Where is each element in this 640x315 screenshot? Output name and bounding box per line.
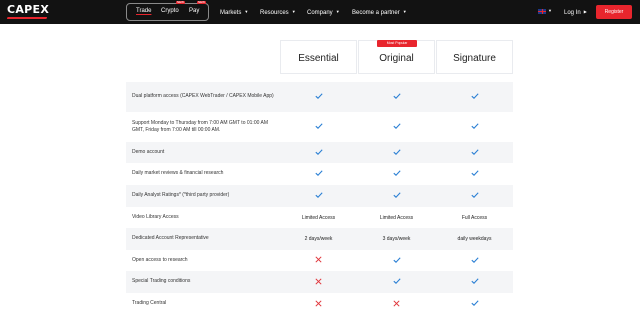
cross-icon <box>280 256 357 265</box>
check-icon <box>358 256 435 265</box>
check-icon <box>358 148 435 157</box>
feature-label: Trading Central <box>132 300 167 306</box>
table-row: Demo account <box>126 142 513 163</box>
check-icon <box>280 93 357 101</box>
table-row: Trading Central <box>126 293 513 315</box>
cross-icon <box>358 299 435 309</box>
feature-label: Special Trading conditions <box>132 278 191 284</box>
chevron-down-icon: ▼ <box>291 9 296 14</box>
product-switcher: Trade Crypto NEW Pay NEW <box>126 0 209 21</box>
menu-markets[interactable]: Markets ▼ <box>220 9 248 16</box>
check-icon <box>436 170 513 178</box>
plan-header-signature: Signature <box>436 40 513 74</box>
menu-markets-label: Markets <box>220 10 242 16</box>
capex-logo[interactable]: CAPEX <box>6 3 50 19</box>
menu-resources-label: Resources <box>260 10 289 16</box>
feature-label: Dedicated Account Representative <box>132 235 209 241</box>
check-icon <box>358 170 435 178</box>
plan-value: Limited Access <box>379 214 414 221</box>
check-icon <box>436 93 513 101</box>
check-icon <box>436 300 513 308</box>
plan-name: Essential <box>298 53 339 64</box>
chevron-down-icon: ▼ <box>335 9 340 14</box>
plan-value: 3 days/week <box>382 236 411 242</box>
tab-trade[interactable]: Trade <box>136 8 151 14</box>
feature-label: Support Monday to Thursday from 7:00 AM … <box>132 119 268 134</box>
menu-partner-label: Become a partner <box>352 10 400 16</box>
new-badge-crypto: NEW <box>176 0 185 4</box>
chevron-down-icon: ▼ <box>548 8 552 13</box>
table-row: Video Library Access Limited Access Limite… <box>126 207 513 228</box>
plan-value: 2 days/week <box>304 236 333 242</box>
new-badge-pay: NEW <box>197 0 206 4</box>
table-row: Open access to research <box>126 250 513 271</box>
menu-become-partner[interactable]: Become a partner ▼ <box>352 9 407 16</box>
table-row: Daily market reviews & financial researc… <box>126 163 513 185</box>
table-row: Support Monday to Thursday from 7:00 AM … <box>126 112 513 142</box>
plan-value: daily weekdays <box>457 236 492 242</box>
login-link[interactable]: Log In ▶ <box>564 9 587 16</box>
tab-crypto[interactable]: Crypto <box>161 8 179 14</box>
feature-label: Open access to research <box>132 256 188 263</box>
check-icon <box>436 148 513 157</box>
cross-icon <box>280 299 357 309</box>
check-icon <box>358 192 435 200</box>
feature-label: Dual platform access (CAPEX WebTrader / … <box>132 93 274 99</box>
check-icon <box>436 192 513 200</box>
menu-company[interactable]: Company ▼ <box>307 9 340 16</box>
table-row: Daily Analyst Ratings* (*third party pro… <box>126 185 513 207</box>
table-row: Dual platform access (CAPEX WebTrader / … <box>126 82 513 112</box>
menu-resources[interactable]: Resources ▼ <box>260 9 296 16</box>
cross-icon <box>280 277 357 287</box>
check-icon <box>436 278 513 286</box>
feature-label: Daily market reviews & financial researc… <box>132 170 224 176</box>
register-button[interactable]: Register <box>596 5 632 19</box>
feature-label: Demo account <box>132 148 165 155</box>
table-row: Dedicated Account Representative 2 days/w… <box>126 228 513 250</box>
table-row: Special Trading conditions <box>126 271 513 293</box>
chevron-down-icon: ▼ <box>244 9 249 14</box>
check-icon <box>280 123 357 131</box>
check-icon <box>358 93 435 101</box>
menu-company-label: Company <box>307 10 333 16</box>
chevron-right-icon: ▶ <box>583 9 587 14</box>
logo-text: CAPEX <box>7 3 50 16</box>
plan-name: Original <box>379 53 414 64</box>
check-icon <box>436 123 513 131</box>
check-icon <box>436 256 513 265</box>
tab-pay[interactable]: Pay <box>189 8 199 14</box>
uk-flag-icon[interactable] <box>538 9 546 14</box>
check-icon <box>280 148 357 157</box>
feature-label: Daily Analyst Ratings* (*third party pro… <box>132 192 230 198</box>
plan-value: Limited Access <box>301 214 336 221</box>
check-icon <box>358 123 435 131</box>
logo-swoosh <box>6 17 48 19</box>
check-icon <box>280 192 357 200</box>
plan-header-essential: Essential <box>280 40 357 74</box>
chevron-down-icon: ▼ <box>402 9 407 14</box>
login-label: Log In <box>564 10 581 16</box>
plan-name: Signature <box>453 53 496 64</box>
top-navbar: CAPEX Trade Crypto NEW Pay NEW Markets ▼ … <box>0 0 640 24</box>
check-icon <box>280 170 357 178</box>
feature-label: Video Library Access <box>132 213 179 220</box>
plan-value: Full Access <box>461 214 488 221</box>
most-popular-badge: Most Popular <box>377 40 417 47</box>
check-icon <box>358 278 435 286</box>
